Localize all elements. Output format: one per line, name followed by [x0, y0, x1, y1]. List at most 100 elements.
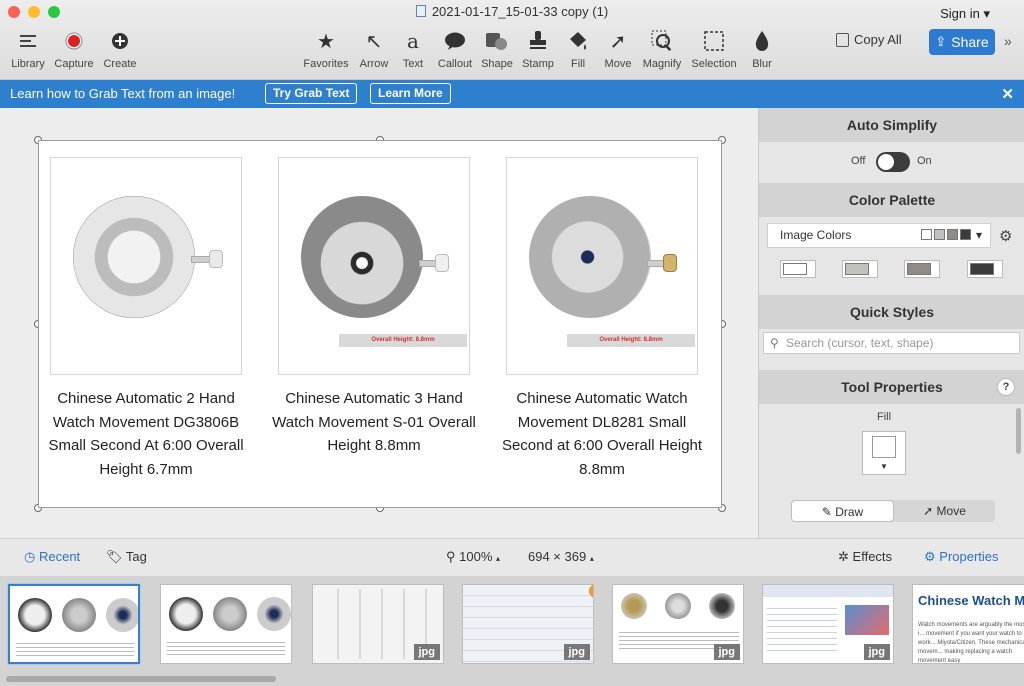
- create-button[interactable]: Create: [92, 28, 148, 70]
- toggle-off-label: Off: [851, 155, 866, 167]
- quick-styles-header: Quick Styles: [759, 295, 1024, 329]
- file-type-badge: jpg: [563, 644, 590, 660]
- toggle-knob: [878, 154, 894, 170]
- product-card: Overall Height: 8.8mm Chinese Automatic …: [502, 157, 702, 481]
- draw-label: Draw: [835, 505, 864, 519]
- capture-thumbnail[interactable]: Chinese Watch M Watch movements are argu…: [912, 584, 1024, 664]
- auto-simplify-toggle[interactable]: [876, 152, 910, 172]
- tray-scrollbar[interactable]: [6, 676, 276, 682]
- search-icon: ⚲: [770, 336, 779, 350]
- tool-blur[interactable]: Blur: [734, 28, 790, 70]
- sign-in-menu[interactable]: Sign in ▾: [940, 6, 990, 22]
- canvas-area[interactable]: Chinese Automatic 2 Hand Watch Movement …: [0, 108, 758, 538]
- screenshot-image[interactable]: Chinese Automatic 2 Hand Watch Movement …: [38, 140, 722, 508]
- image-size: 694 × 369: [528, 549, 587, 564]
- recent-label: Recent: [38, 549, 81, 564]
- panel-scrollbar[interactable]: [1016, 408, 1021, 454]
- fill-label: Fill: [876, 411, 892, 423]
- fill-color-well[interactable]: ▼: [862, 431, 906, 475]
- fill-color-sample: [872, 436, 896, 458]
- copy-icon: [836, 32, 849, 47]
- product-image: [50, 157, 242, 375]
- sign-in-label: Sign in: [940, 6, 980, 21]
- copy-all-button[interactable]: Copy All: [836, 32, 902, 47]
- window-title: 2021-01-17_15-01-33 copy (1): [0, 4, 1024, 19]
- properties-panel: Auto Simplify Off On Color Palette Image…: [758, 108, 1024, 538]
- banner-close-icon[interactable]: ✕: [1001, 85, 1014, 103]
- bottom-bar: ◷ Recent 🏷 Tag ⚲ 100% ▴ 694 × 369 ▴ ✲ Ef…: [0, 538, 1024, 576]
- overall-height-label: Overall Height: 8.8mm: [339, 334, 467, 347]
- auto-simplify-header: Auto Simplify: [759, 108, 1024, 142]
- file-type-badge: jpg: [863, 644, 890, 660]
- try-grab-text-button[interactable]: Try Grab Text: [265, 83, 358, 104]
- thumb-image: [106, 598, 138, 632]
- blur-icon: [734, 28, 790, 54]
- zoom-control[interactable]: ⚲ 100% ▴: [446, 549, 500, 565]
- thumb-image: [709, 593, 735, 619]
- help-icon[interactable]: ?: [997, 378, 1015, 396]
- capture-thumbnail[interactable]: jpg: [312, 584, 444, 664]
- gear-icon[interactable]: ⚙: [999, 227, 1012, 245]
- product-caption: Chinese Automatic 2 Hand Watch Movement …: [48, 390, 244, 478]
- recent-tab[interactable]: ◷ Recent: [24, 549, 80, 565]
- color-swatch-white[interactable]: [780, 260, 816, 278]
- share-icon: ⇪: [935, 34, 947, 49]
- window-title-text: 2021-01-17_15-01-33 copy (1): [431, 4, 609, 19]
- magic-wand-icon: ✲: [838, 549, 849, 564]
- magnify-icon: [634, 28, 690, 54]
- learn-more-button[interactable]: Learn More: [370, 83, 451, 104]
- share-button[interactable]: ⇪ Share: [929, 29, 995, 55]
- search-placeholder: Search (cursor, text, shape): [786, 336, 934, 350]
- palette-preview: ▾: [920, 224, 982, 247]
- product-caption: Chinese Automatic Watch Movement DL8281 …: [501, 390, 703, 478]
- palette-swatch: [920, 229, 932, 240]
- capture-thumbnail[interactable]: jpg: [762, 584, 894, 664]
- capture-thumbnail[interactable]: [8, 584, 140, 664]
- tag-tab[interactable]: 🏷 Tag: [106, 549, 147, 565]
- color-swatch-gray[interactable]: [904, 260, 940, 278]
- capture-thumbnail[interactable]: jpg: [612, 584, 744, 664]
- overall-height-label: Overall Height: 8.8mm: [567, 334, 695, 347]
- thumb-heading: Chinese Watch M: [918, 593, 1024, 608]
- file-type-badge: jpg: [413, 644, 440, 660]
- recent-captures-tray: jpg jpg jpg jpg Chinese Watch M Watch mo…: [0, 576, 1024, 686]
- image-colors-label: Image Colors: [780, 228, 852, 242]
- product-card: Chinese Automatic 2 Hand Watch Movement …: [48, 157, 244, 481]
- color-swatch-dark[interactable]: [967, 260, 1003, 278]
- quick-styles-search-input[interactable]: ⚲ Search (cursor, text, shape): [763, 332, 1020, 354]
- more-tools-chevron-icon[interactable]: »: [1004, 33, 1012, 49]
- palette-swatch: [946, 229, 958, 240]
- effects-button[interactable]: ✲ Effects: [838, 549, 892, 565]
- thumb-image: [62, 598, 96, 632]
- watch-movement-image: [529, 196, 651, 318]
- create-label: Create: [103, 58, 137, 70]
- watch-crown: [663, 254, 677, 272]
- banner-text: Learn how to Grab Text from an image!: [10, 86, 236, 101]
- properties-button[interactable]: ⚙ Properties: [924, 549, 999, 565]
- palette-swatch: [959, 229, 971, 240]
- thumb-text-lines: [767, 603, 837, 653]
- image-size-control[interactable]: 694 × 369 ▴: [528, 549, 594, 564]
- draw-segment[interactable]: ✎ Draw: [791, 500, 894, 522]
- move-segment[interactable]: ➚ Move: [894, 500, 995, 522]
- tool-label: Blur: [752, 58, 772, 70]
- create-icon: [92, 28, 148, 54]
- color-swatch-light-gray[interactable]: [842, 260, 878, 278]
- tool-label: Magnify: [642, 58, 682, 70]
- thumb-image: [665, 593, 691, 619]
- color-palette-header: Color Palette: [759, 183, 1024, 217]
- capture-thumbnail[interactable]: [160, 584, 292, 664]
- thumb-image: [169, 597, 203, 631]
- tag-icon: 🏷: [106, 549, 123, 564]
- document-icon: [415, 5, 426, 17]
- image-colors-dropdown[interactable]: Image Colors ▾: [767, 223, 991, 248]
- thumb-text-lines: [16, 640, 134, 656]
- tag-label: Tag: [125, 549, 147, 564]
- palette-swatch: [933, 229, 945, 240]
- zoom-icon: ⚲: [446, 549, 456, 564]
- file-type-badge: jpg: [713, 644, 740, 660]
- chevron-down-icon: ▼: [880, 462, 888, 471]
- tool-magnify[interactable]: Magnify: [634, 28, 690, 70]
- properties-label: Properties: [939, 549, 999, 564]
- capture-thumbnail[interactable]: jpg: [462, 584, 594, 664]
